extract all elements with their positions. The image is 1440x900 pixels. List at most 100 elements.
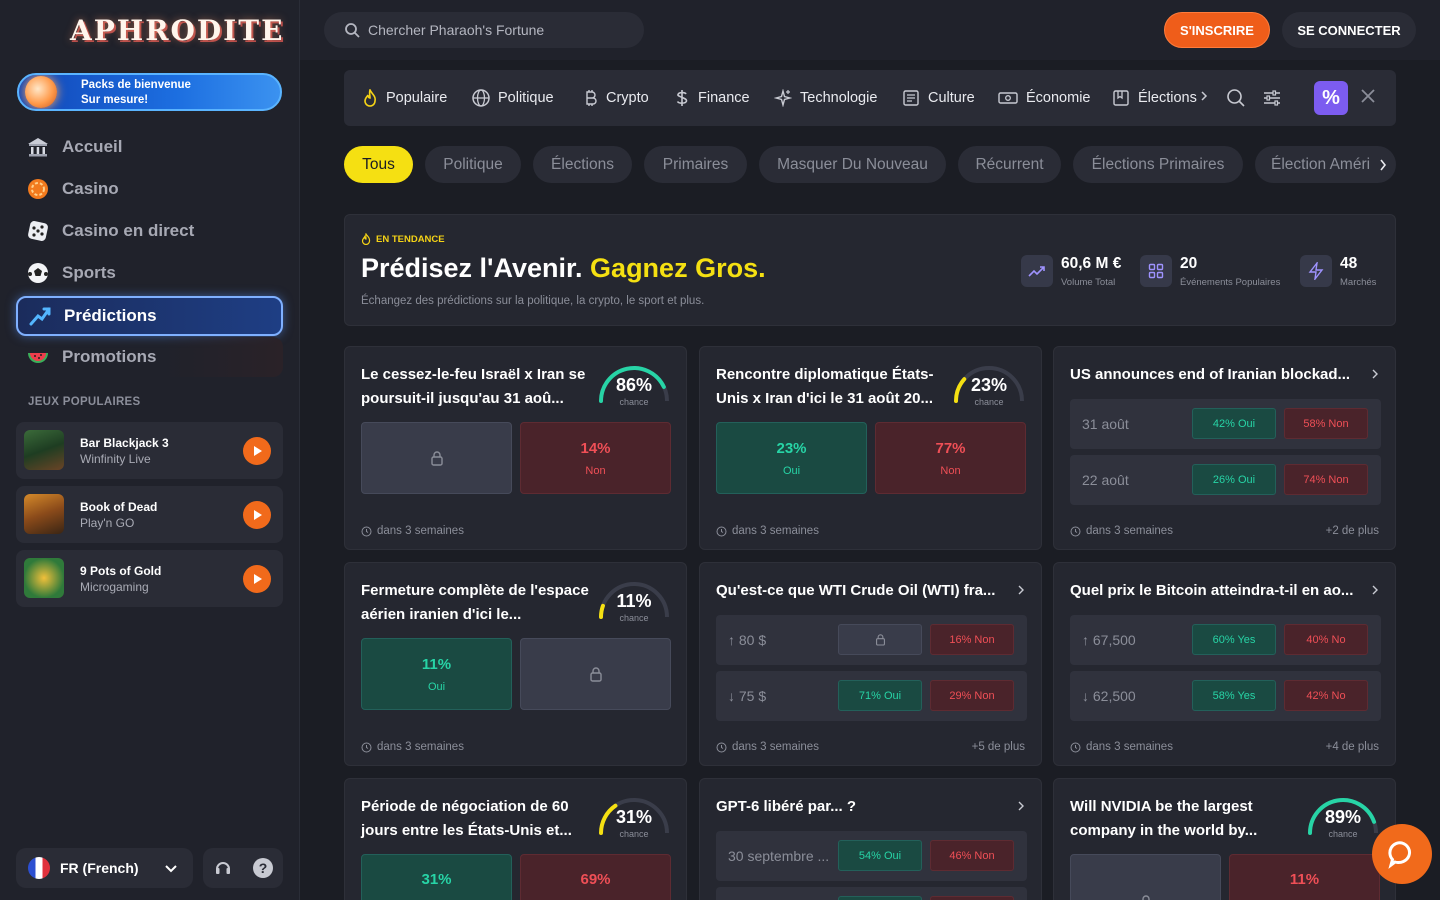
language-selector[interactable]: FR (French): [16, 848, 193, 888]
sliders-icon[interactable]: [1262, 88, 1282, 113]
no-button[interactable]: 77% Non: [875, 422, 1026, 494]
market-card[interactable]: Will NVIDIA be the largest company in th…: [1053, 778, 1396, 900]
chevron-right-icon[interactable]: [1017, 583, 1025, 601]
flame-icon: [362, 89, 378, 107]
close-icon[interactable]: [1358, 86, 1378, 111]
more-outcomes-link[interactable]: +2 de plus: [1326, 525, 1379, 537]
signup-button[interactable]: S'INSCRIRE: [1164, 12, 1270, 48]
yes-button[interactable]: 42% Oui: [1192, 408, 1276, 439]
no-button[interactable]: 40% No: [1284, 624, 1368, 655]
game-name: Bar Blackjack 3: [80, 436, 169, 450]
category-finance[interactable]: Finance: [674, 88, 750, 108]
category-label: Finance: [698, 90, 750, 106]
market-card[interactable]: US announces end of Iranian blockad... 3…: [1053, 346, 1396, 550]
category-politique[interactable]: Politique: [472, 88, 554, 108]
help-icon[interactable]: ?: [253, 858, 273, 878]
sidebar-item-accueil[interactable]: Accueil: [16, 127, 283, 167]
market-card[interactable]: Le cessez-le-feu Israël x Iran se poursu…: [344, 346, 687, 550]
lock-button[interactable]: [1070, 854, 1221, 900]
no-button[interactable]: [930, 896, 1014, 900]
market-card[interactable]: Fermeture complète de l'espace aérien ir…: [344, 562, 687, 766]
stat-value: 48: [1340, 255, 1358, 272]
category-economie[interactable]: Économie: [998, 88, 1090, 108]
market-card[interactable]: Rencontre diplomatique États-Unis x Iran…: [699, 346, 1042, 550]
dice-icon: [25, 218, 51, 244]
yes-button[interactable]: [838, 896, 922, 900]
outcome-label: ↑ 67,500: [1082, 632, 1136, 648]
sidebar-item-sports[interactable]: Sports: [16, 253, 283, 293]
no-button[interactable]: 29% Non: [930, 680, 1014, 711]
no-button[interactable]: 46% Non: [930, 840, 1014, 871]
market-card[interactable]: Qu'est-ce que WTI Crude Oil (WTI) fra...…: [699, 562, 1042, 766]
no-button[interactable]: 16% Non: [930, 624, 1014, 655]
chevron-right-icon[interactable]: [1371, 583, 1379, 601]
language-label: FR (French): [60, 860, 139, 876]
category-technologie[interactable]: Technologie: [774, 88, 877, 108]
play-icon[interactable]: [243, 437, 271, 465]
chevron-right-icon[interactable]: [1371, 367, 1379, 385]
category-populaire[interactable]: Populaire: [362, 88, 447, 108]
no-button[interactable]: 14% Non: [520, 422, 671, 494]
percent-filter-button[interactable]: %: [1314, 81, 1348, 115]
outcome-row: ↑ 80 $ 16% Non: [716, 615, 1027, 665]
game-item[interactable]: Bar Blackjack 3 Winfinity Live: [16, 422, 283, 479]
chip-elections[interactable]: Élections: [533, 146, 632, 183]
lock-button[interactable]: [361, 422, 512, 494]
play-icon[interactable]: [243, 565, 271, 593]
chat-button[interactable]: [1372, 824, 1432, 884]
chevron-right-icon[interactable]: [1017, 799, 1025, 817]
yes-button[interactable]: 71% Oui: [838, 680, 922, 711]
chevron-right-icon[interactable]: [1199, 90, 1209, 106]
more-outcomes-link[interactable]: +4 de plus: [1326, 741, 1379, 753]
no-button[interactable]: 58% Non: [1284, 408, 1368, 439]
play-icon[interactable]: [243, 501, 271, 529]
no-button[interactable]: 69%: [520, 854, 671, 900]
more-outcomes-link[interactable]: +5 de plus: [972, 741, 1025, 753]
welcome-pack-banner[interactable]: Packs de bienvenue Sur mesure!: [17, 73, 282, 111]
market-timer: dans 3 semaines: [361, 741, 464, 753]
game-item[interactable]: 9 Pots of Gold Microgaming: [16, 550, 283, 607]
chip-masquer-nouveau[interactable]: Masquer Du Nouveau: [759, 146, 946, 183]
chip-elections-primaires[interactable]: Élections Primaires: [1073, 146, 1243, 183]
banknote-icon: [998, 89, 1018, 107]
yes-button[interactable]: 11% Oui: [361, 638, 512, 710]
popular-games-title: JEUX POPULAIRES: [28, 396, 141, 408]
no-button[interactable]: 11%: [1229, 854, 1380, 900]
chip-politique[interactable]: Politique: [425, 146, 521, 183]
market-card[interactable]: GPT-6 libéré par... ? 30 septembre ... 5…: [699, 778, 1042, 900]
sidebar-item-casino-live[interactable]: Casino en direct: [16, 211, 283, 251]
yes-button[interactable]: 31%: [361, 854, 512, 900]
yes-button[interactable]: 60% Yes: [1192, 624, 1276, 655]
market-card[interactable]: Quel prix le Bitcoin atteindra-t-il en a…: [1053, 562, 1396, 766]
chip-recurrent[interactable]: Récurrent: [958, 146, 1061, 183]
market-card[interactable]: Période de négociation de 60 jours entre…: [344, 778, 687, 900]
search-icon[interactable]: [1226, 88, 1246, 113]
timer-text: dans 3 semaines: [1086, 741, 1173, 753]
brand-logo[interactable]: APHRODITE: [70, 14, 284, 47]
chevron-right-icon[interactable]: [1378, 158, 1388, 177]
game-item[interactable]: Book of Dead Play'n GO: [16, 486, 283, 543]
outcome-label: 30 septembre ...: [728, 848, 830, 864]
sidebar-item-promotions[interactable]: Promotions: [16, 337, 283, 377]
search-bar[interactable]: Chercher Pharaoh's Fortune: [324, 12, 644, 48]
chip-election-americaine[interactable]: Élection Améri: [1255, 146, 1396, 183]
sidebar-item-casino[interactable]: Casino: [16, 169, 283, 209]
chip-primaires[interactable]: Primaires: [644, 146, 747, 183]
category-elections[interactable]: Élections: [1112, 88, 1209, 108]
sidebar-item-predictions[interactable]: Prédictions: [16, 296, 283, 336]
lock-button[interactable]: [838, 624, 922, 655]
category-crypto[interactable]: Crypto: [582, 88, 649, 108]
yes-button[interactable]: 58% Yes: [1192, 680, 1276, 711]
trending-label: EN TENDANCE: [376, 233, 445, 245]
no-button[interactable]: 42% No: [1284, 680, 1368, 711]
no-button[interactable]: 74% Non: [1284, 464, 1368, 495]
headset-icon[interactable]: [213, 858, 233, 883]
chip-tous[interactable]: Tous: [344, 146, 413, 183]
category-culture[interactable]: Culture: [902, 88, 975, 108]
no-label: Non: [585, 464, 606, 477]
login-button[interactable]: SE CONNECTER: [1282, 12, 1416, 48]
yes-button[interactable]: 23% Oui: [716, 422, 867, 494]
lock-button[interactable]: [520, 638, 671, 710]
yes-button[interactable]: 54% Oui: [838, 840, 922, 871]
yes-button[interactable]: 26% Oui: [1192, 464, 1276, 495]
